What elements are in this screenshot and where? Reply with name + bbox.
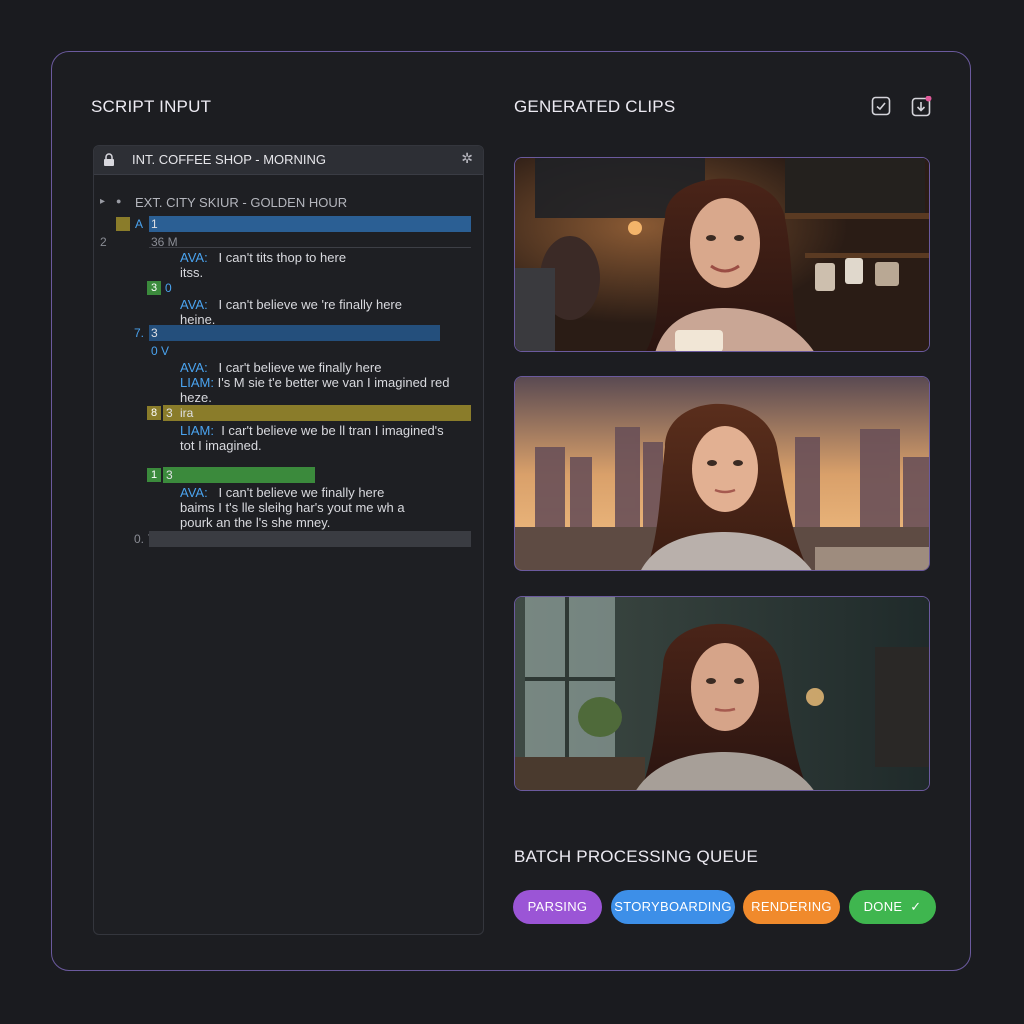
line-chip: 3	[147, 281, 161, 295]
highlight-bar	[163, 405, 471, 421]
line-chip: 1	[147, 468, 161, 482]
line-number: 2	[100, 235, 107, 249]
dialogue-cont: baims I t's lle sleihg har's yout me wh …	[180, 500, 405, 515]
line-marker: ira	[180, 406, 194, 420]
dialogue-line: LIAM: I's M sie t'e better we van I imag…	[180, 375, 450, 390]
generated-clips-title: GENERATED CLIPS	[514, 97, 676, 116]
stage-parsing[interactable]: PARSING	[513, 890, 602, 924]
line-number: 3	[166, 468, 173, 482]
dialogue-line: LIAM: I car't believe we be ll tran I im…	[180, 423, 444, 438]
dialogue-cont: heze.	[180, 390, 212, 405]
check-square-icon[interactable]	[871, 96, 891, 116]
scene-heading: INT. COFFEE SHOP - MORNING	[132, 152, 327, 167]
line-number: 1	[151, 217, 158, 231]
clip-thumbnail-3[interactable]	[514, 596, 930, 791]
line-number: 0	[165, 281, 172, 295]
highlight-bar	[163, 467, 315, 483]
stage-done[interactable]: DONE ✓	[849, 890, 936, 924]
download-icon[interactable]	[911, 95, 932, 117]
clip-thumbnail-2[interactable]	[514, 376, 930, 571]
line-number: 36 M	[151, 235, 178, 249]
script-input-title: SCRIPT INPUT	[91, 97, 212, 116]
line-number: 7.	[134, 326, 145, 340]
stage-rendering[interactable]: RENDERING	[743, 890, 840, 924]
line-number: 3	[166, 406, 173, 420]
dialogue-cont: pourk an the l's she mney.	[180, 515, 331, 530]
dialogue-cont: tot I imagined.	[180, 438, 262, 453]
coffee-shop-scene-image	[515, 158, 929, 351]
dot-icon: ●	[116, 196, 122, 206]
marker-chip	[116, 217, 130, 231]
script-header: INT. COFFEE SHOP - MORNING ✲	[94, 146, 483, 175]
scene-heading-2: EXT. CITY SKIUR - GOLDEN HOUR	[135, 195, 348, 210]
dialogue-line: AVA: I can't tits thop to here	[180, 250, 347, 265]
highlight-bar	[149, 216, 471, 232]
divider	[149, 247, 471, 248]
interior-window-scene-image	[515, 597, 929, 790]
highlight-bar	[149, 325, 440, 341]
line-chip: 8	[147, 406, 161, 420]
dialogue-line: AVA: I can't believe we finally here	[180, 485, 385, 500]
city-golden-hour-scene-image	[515, 377, 929, 570]
sparkle-icon[interactable]: ✲	[461, 150, 473, 167]
dialogue-line: AVA: I can't believe we 're finally here	[180, 297, 402, 312]
batch-queue-title: BATCH PROCESSING QUEUE	[514, 847, 759, 866]
checkmark-icon: ✓	[910, 899, 922, 914]
clip-thumbnail-1[interactable]	[514, 157, 930, 352]
collapse-arrow-icon[interactable]: ▸	[100, 196, 105, 207]
line-number: 0 V	[151, 344, 170, 358]
dialogue-cont: itss.	[180, 265, 204, 280]
line-marker: A	[135, 217, 144, 231]
lock-icon	[102, 153, 116, 172]
dialogue-line: AVA: I car't believe we finally here	[180, 360, 382, 375]
highlight-bar	[149, 531, 471, 547]
stage-storyboarding[interactable]: STORYBOARDING	[611, 890, 735, 924]
line-number: 3	[151, 326, 158, 340]
